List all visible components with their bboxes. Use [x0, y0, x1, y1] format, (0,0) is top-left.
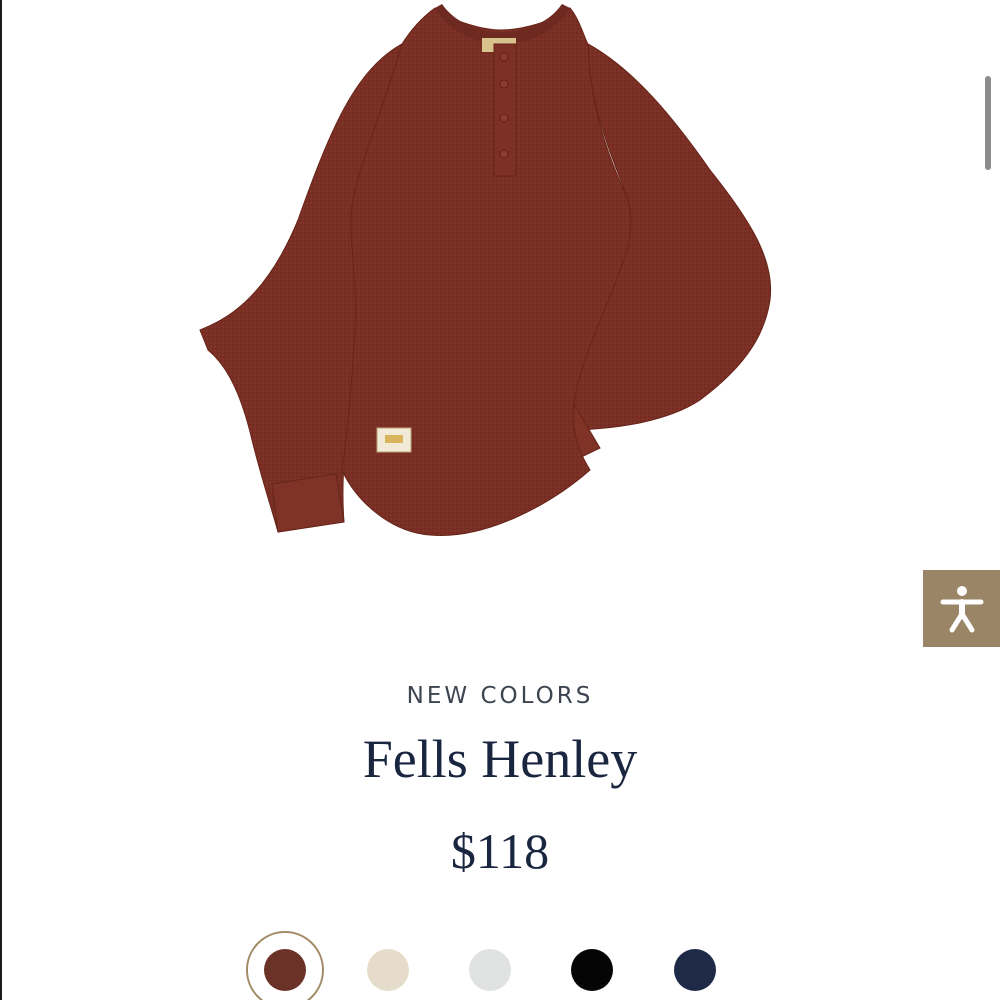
new-colors-badge: NEW COLORS — [406, 683, 594, 709]
button-1 — [499, 52, 509, 62]
accessibility-button[interactable] — [923, 570, 1000, 647]
color-swatch-black[interactable] — [571, 949, 613, 991]
button-4 — [499, 149, 509, 159]
left-cuff — [271, 473, 345, 533]
button-2 — [499, 79, 509, 89]
color-swatch-oatmeal[interactable] — [367, 949, 409, 991]
vertical-scrollbar[interactable] — [985, 76, 991, 170]
color-swatch-navy[interactable] — [674, 949, 716, 991]
product-price: $118 — [450, 823, 550, 879]
color-swatches — [0, 928, 1000, 1000]
accessibility-icon — [940, 585, 983, 632]
color-swatch-light-gray[interactable] — [469, 949, 511, 991]
product-title: Fells Henley — [362, 729, 638, 789]
color-swatch-rust[interactable] — [264, 949, 306, 991]
product-page: NEW COLORS Fells Henley $118 — [0, 0, 1000, 1000]
button-3 — [499, 113, 509, 123]
product-image[interactable] — [180, 0, 800, 560]
